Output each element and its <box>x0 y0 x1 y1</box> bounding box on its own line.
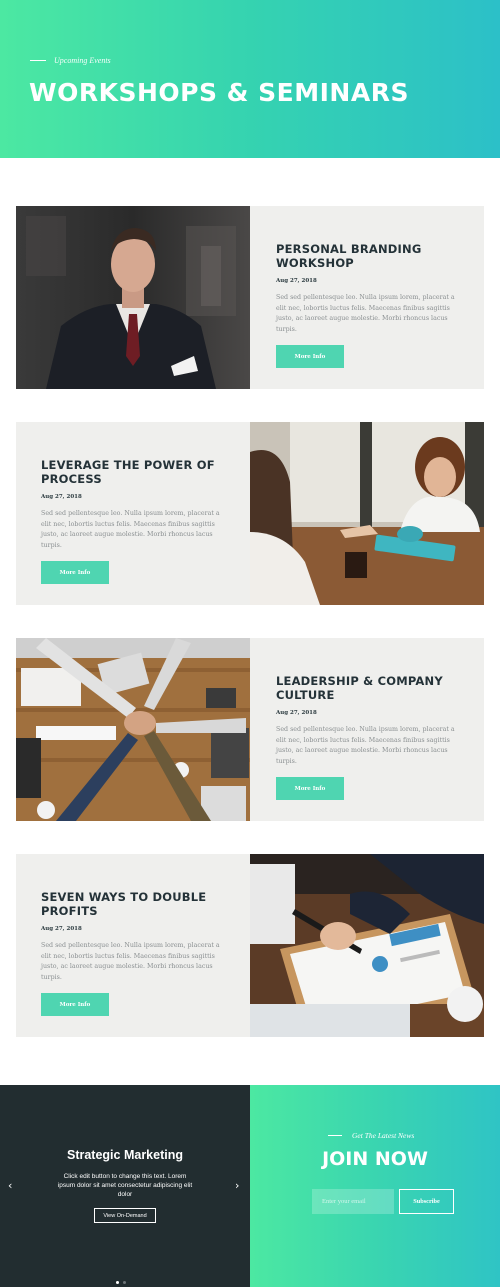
email-field[interactable] <box>312 1189 394 1214</box>
event-description: Sed sed pellentesque leo. Nulla ipsum lo… <box>41 510 220 549</box>
strategic-marketing-slider: ‹ Strategic Marketing Click edit button … <box>0 1085 250 1287</box>
event-title: LEVERAGE THE POWER OF PROCESS <box>41 458 215 486</box>
event-title: SEVEN WAYS TO DOUBLE PROFITS <box>41 890 207 918</box>
team-hands-together-photo <box>16 638 250 821</box>
eyebrow-divider <box>328 1135 342 1136</box>
financial-report-signing-photo <box>250 854 484 1037</box>
event-info: LEVERAGE THE POWER OF PROCESS Aug 27, 20… <box>16 422 250 605</box>
chevron-left-icon[interactable]: ‹ <box>8 1180 12 1191</box>
newsletter-eyebrow-text: Get The Latest News <box>352 1131 415 1140</box>
hero-eyebrow: Upcoming Events <box>30 56 111 65</box>
event-description: Sed sed pellentesque leo. Nulla ipsum lo… <box>276 294 455 333</box>
hero-eyebrow-text: Upcoming Events <box>54 56 111 65</box>
slider-dot[interactable] <box>116 1281 119 1284</box>
event-date: Aug 27, 2018 <box>41 926 82 932</box>
subscribe-button[interactable]: Subscribe <box>399 1189 454 1214</box>
cafe-meeting-photo <box>250 422 484 605</box>
event-card-personal-branding: PERSONAL BRANDING WORKSHOP Aug 27, 2018 … <box>16 206 484 389</box>
more-info-button[interactable]: More Info <box>41 993 109 1017</box>
view-on-demand-button[interactable]: View On-Demand <box>94 1208 156 1223</box>
slider-pagination <box>116 1281 126 1284</box>
event-card-double-profits: SEVEN WAYS TO DOUBLE PROFITS Aug 27, 201… <box>16 854 484 1037</box>
page-title: WORKSHOPS & SEMINARS <box>29 78 409 107</box>
event-title: LEADERSHIP & COMPANY CULTURE <box>276 674 443 702</box>
businessman-portrait-photo <box>16 206 250 389</box>
newsletter-eyebrow: Get The Latest News <box>328 1131 414 1140</box>
newsletter-title: JOIN NOW <box>322 1148 428 1170</box>
slider-dot[interactable] <box>123 1281 126 1284</box>
slide-text: Click edit button to change this text. L… <box>57 1173 193 1198</box>
event-description: Sed sed pellentesque leo. Nulla ipsum lo… <box>276 726 455 765</box>
event-date: Aug 27, 2018 <box>276 278 317 284</box>
more-info-button[interactable]: More Info <box>41 561 109 585</box>
event-title: PERSONAL BRANDING WORKSHOP <box>276 242 422 270</box>
event-description: Sed sed pellentesque leo. Nulla ipsum lo… <box>41 942 220 981</box>
event-date: Aug 27, 2018 <box>276 710 317 716</box>
eyebrow-divider <box>30 60 46 61</box>
slide-title: Strategic Marketing <box>66 1148 183 1162</box>
more-info-button[interactable]: More Info <box>276 777 344 801</box>
more-info-button[interactable]: More Info <box>276 345 344 369</box>
event-info: LEADERSHIP & COMPANY CULTURE Aug 27, 201… <box>250 638 484 821</box>
event-info: SEVEN WAYS TO DOUBLE PROFITS Aug 27, 201… <box>16 854 250 1037</box>
event-date: Aug 27, 2018 <box>41 494 82 500</box>
newsletter-signup: Get The Latest News JOIN NOW Subscribe <box>250 1085 500 1287</box>
event-info: PERSONAL BRANDING WORKSHOP Aug 27, 2018 … <box>250 206 484 389</box>
chevron-right-icon[interactable]: › <box>235 1180 239 1191</box>
event-card-leverage-process: LEVERAGE THE POWER OF PROCESS Aug 27, 20… <box>16 422 484 605</box>
hero-banner: Upcoming Events WORKSHOPS & SEMINARS <box>0 0 500 158</box>
event-card-leadership-culture: LEADERSHIP & COMPANY CULTURE Aug 27, 201… <box>16 638 484 821</box>
